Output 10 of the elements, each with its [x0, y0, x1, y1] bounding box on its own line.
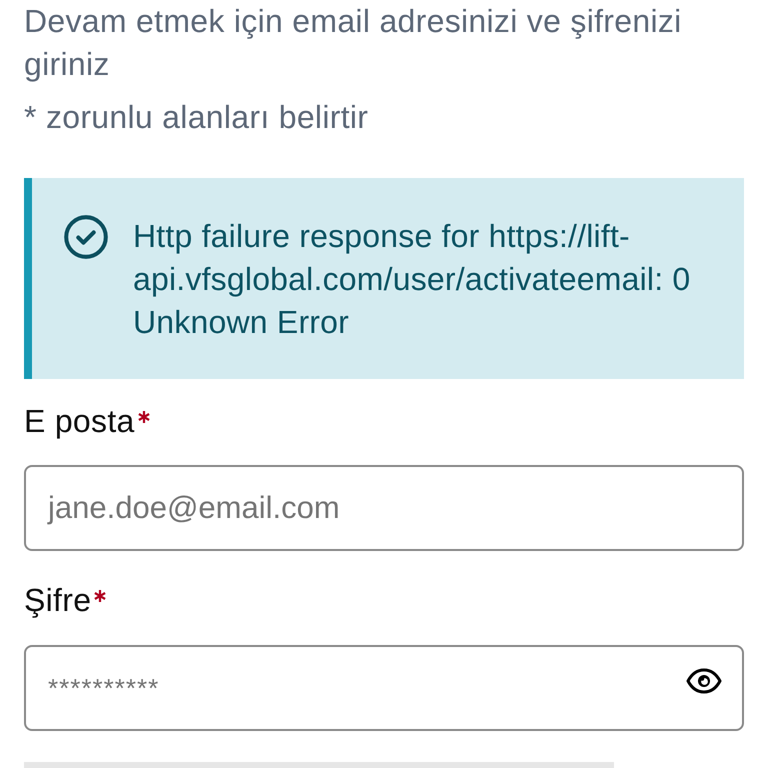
show-password-button[interactable]: [686, 668, 722, 694]
email-field[interactable]: jane.doe@email.com: [24, 465, 744, 551]
alert-message: Http failure response for https://lift-api.vfsglobal.com/user/activateemail: 0 Unknown Error: [133, 217, 692, 342]
field-label: Şifre: [24, 581, 92, 620]
password-field[interactable]: **********: [24, 645, 744, 731]
eye-icon: [686, 668, 722, 694]
check-circle-icon: [64, 215, 108, 259]
field-label: E posta: [24, 402, 135, 441]
required-note-text: * zorunlu alanları belirtir: [24, 98, 370, 137]
instructions-text: Devam etmek için email adresinizi ve şifrenizi giriniz: [24, 2, 683, 84]
